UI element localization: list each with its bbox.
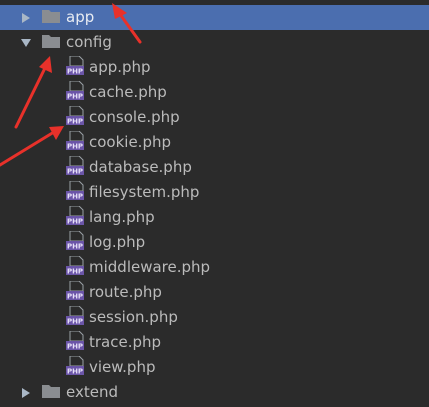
svg-text:PHP: PHP [67,317,83,325]
expand-arrow-icon[interactable] [20,387,32,399]
file-label: console.php [89,108,180,126]
php-file-icon: PHP [66,155,89,180]
php-file-icon: PHP [66,355,89,380]
svg-text:PHP: PHP [67,267,83,275]
folder-icon [42,384,66,402]
tree-file-cache-php[interactable]: PHP cache.php [0,80,429,105]
php-file-icon: PHP [66,55,89,80]
svg-text:PHP: PHP [67,92,83,100]
tree-file-cookie-php[interactable]: PHP cookie.php [0,130,429,155]
tree-file-console-php[interactable]: PHP console.php [0,105,429,130]
file-label: cookie.php [89,133,172,151]
file-label: trace.php [89,333,162,351]
file-label: cache.php [89,83,167,101]
tree-file-session-php[interactable]: PHP session.php [0,305,429,330]
project-tree: app config PHP app.php PHP cache.php PHP… [0,0,429,407]
svg-text:PHP: PHP [67,292,83,300]
file-label: app.php [89,58,151,76]
svg-text:PHP: PHP [67,167,83,175]
tree-folder-app[interactable]: app [0,5,429,30]
tree-file-filesystem-php[interactable]: PHP filesystem.php [0,180,429,205]
tree-file-database-php[interactable]: PHP database.php [0,155,429,180]
file-label: route.php [89,283,162,301]
file-label: middleware.php [89,258,211,276]
svg-text:PHP: PHP [67,117,83,125]
file-label: log.php [89,233,146,251]
tree-folder-extend[interactable]: extend [0,380,429,405]
php-file-icon: PHP [66,105,89,130]
tree-file-middleware-php[interactable]: PHP middleware.php [0,255,429,280]
svg-text:PHP: PHP [67,67,83,75]
tree-folder-config[interactable]: config [0,30,429,55]
tree-file-view-php[interactable]: PHP view.php [0,355,429,380]
collapse-arrow-icon[interactable] [20,37,32,49]
php-file-icon: PHP [66,130,89,155]
file-label: view.php [89,358,156,376]
php-file-icon: PHP [66,205,89,230]
tree-file-trace-php[interactable]: PHP trace.php [0,330,429,355]
file-label: database.php [89,158,192,176]
expand-arrow-icon[interactable] [20,12,32,24]
svg-text:PHP: PHP [67,242,83,250]
folder-label: config [66,33,112,51]
php-file-icon: PHP [66,305,89,330]
svg-text:PHP: PHP [67,142,83,150]
folder-icon [42,9,66,27]
folder-label: app [66,8,95,26]
svg-text:PHP: PHP [67,367,83,375]
file-label: filesystem.php [89,183,200,201]
php-file-icon: PHP [66,80,89,105]
php-file-icon: PHP [66,330,89,355]
tree-file-route-php[interactable]: PHP route.php [0,280,429,305]
tree-file-app-php[interactable]: PHP app.php [0,55,429,80]
file-label: session.php [89,308,178,326]
tree-file-lang-php[interactable]: PHP lang.php [0,205,429,230]
folder-label: extend [66,383,118,401]
svg-text:PHP: PHP [67,217,83,225]
svg-text:PHP: PHP [67,342,83,350]
folder-icon [42,34,66,52]
file-label: lang.php [89,208,155,226]
php-file-icon: PHP [66,180,89,205]
tree-file-log-php[interactable]: PHP log.php [0,230,429,255]
php-file-icon: PHP [66,255,89,280]
php-file-icon: PHP [66,280,89,305]
php-file-icon: PHP [66,230,89,255]
svg-text:PHP: PHP [67,192,83,200]
